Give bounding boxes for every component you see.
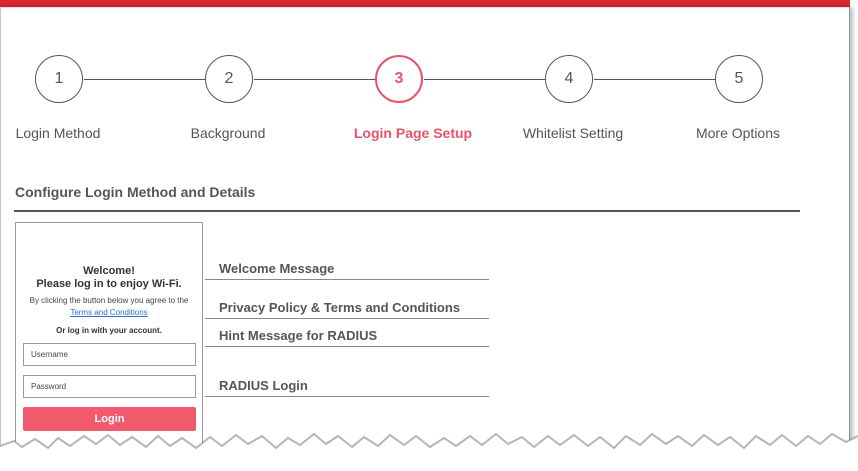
config-divider [205, 279, 489, 280]
config-privacy-policy-terms[interactable]: Privacy Policy & Terms and Conditions [219, 300, 460, 315]
torn-edge-decoration [0, 432, 858, 471]
step-5-label[interactable]: More Options [668, 125, 808, 141]
preview-agree-text: By clicking the button below you agree t… [29, 296, 189, 305]
step-1-label[interactable]: Login Method [0, 125, 128, 141]
config-divider [205, 318, 489, 319]
login-page-preview: Welcome! Please log in to enjoy Wi-Fi. B… [15, 222, 203, 452]
step-5-circle[interactable]: 5 [715, 55, 763, 103]
config-hint-message-radius[interactable]: Hint Message for RADIUS [219, 328, 377, 343]
step-connector [594, 79, 716, 80]
step-2-circle[interactable]: 2 [205, 55, 253, 103]
step-3-label[interactable]: Login Page Setup [343, 125, 483, 141]
step-connector [84, 79, 206, 80]
preview-subtitle: Please log in to enjoy Wi-Fi. [36, 278, 182, 290]
top-accent-bar [0, 0, 850, 7]
step-4-label[interactable]: Whitelist Setting [503, 125, 643, 141]
config-radius-login[interactable]: RADIUS Login [219, 378, 308, 393]
step-1-circle[interactable]: 1 [35, 55, 83, 103]
config-welcome-message[interactable]: Welcome Message [219, 261, 334, 276]
preview-password-input[interactable] [23, 375, 196, 398]
step-4-circle[interactable]: 4 [545, 55, 593, 103]
step-connector [424, 79, 546, 80]
step-2-label[interactable]: Background [158, 125, 298, 141]
section-divider [14, 210, 800, 212]
preview-username-input[interactable] [23, 343, 196, 366]
preview-or-text: Or log in with your account. [56, 326, 162, 335]
section-title: Configure Login Method and Details [15, 184, 256, 200]
preview-terms-link[interactable]: Terms and Conditions [16, 308, 202, 317]
preview-welcome-text: Welcome! [83, 265, 135, 277]
step-connector [254, 79, 376, 80]
config-divider [205, 346, 489, 347]
config-divider [205, 396, 489, 397]
step-3-circle[interactable]: 3 [375, 55, 423, 103]
